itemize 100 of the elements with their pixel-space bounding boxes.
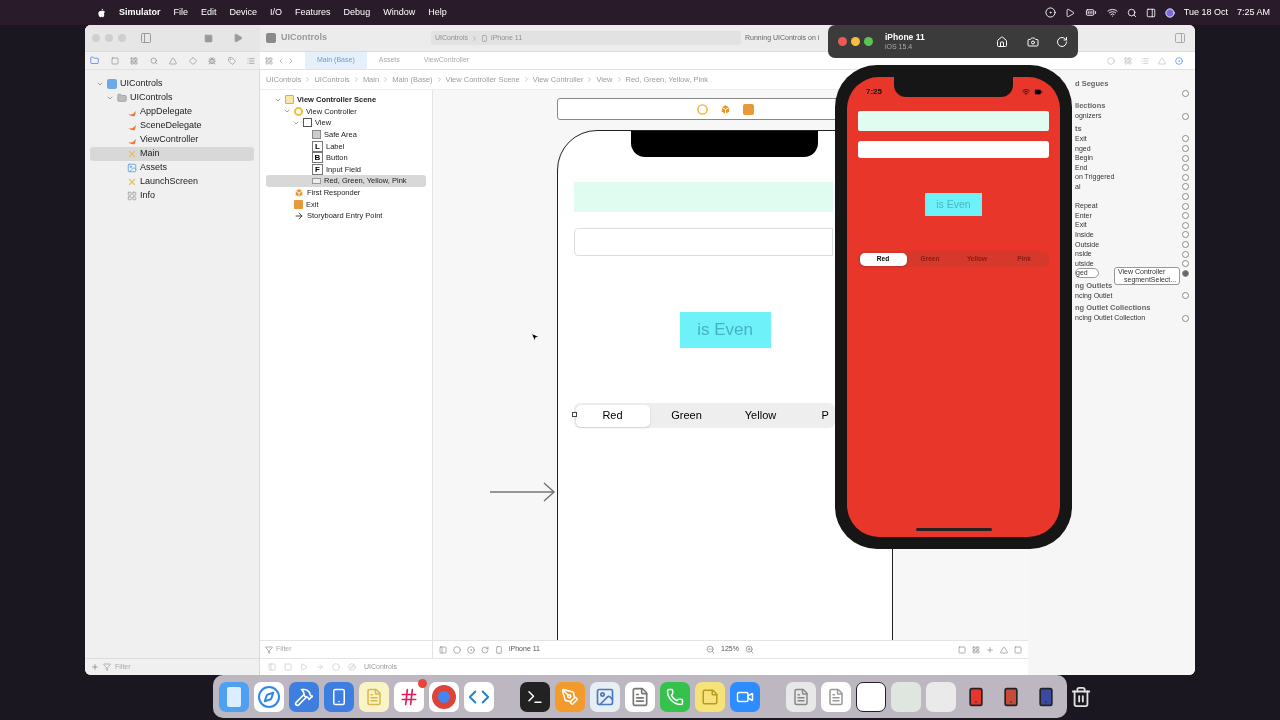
run-icon[interactable] <box>233 33 243 43</box>
menu-item[interactable]: Device <box>229 5 258 20</box>
input-field[interactable] <box>858 141 1049 158</box>
align-icon[interactable] <box>972 645 980 654</box>
menu-item[interactable]: Features <box>295 5 331 20</box>
navigator-item[interactable]: UIControls <box>90 77 254 91</box>
resize-handle[interactable] <box>572 412 577 417</box>
symbol-icon[interactable] <box>130 56 138 65</box>
grid-icon[interactable] <box>265 56 273 65</box>
zoom-out-icon[interactable] <box>706 645 715 654</box>
minimize-button[interactable] <box>851 37 860 46</box>
document-thumbnail[interactable] <box>786 681 816 712</box>
screenshot-icon[interactable] <box>1027 35 1039 48</box>
navigator-item[interactable]: AppDelegate <box>90 105 254 119</box>
segment-tab[interactable]: Red <box>575 404 650 427</box>
size-icon[interactable] <box>1158 56 1166 65</box>
navigator-item[interactable]: Main <box>90 147 254 161</box>
home-icon[interactable] <box>996 35 1008 48</box>
debug-toggle-icon[interactable] <box>268 663 276 671</box>
zoom-button[interactable] <box>864 37 873 46</box>
report-icon[interactable] <box>247 56 255 65</box>
chat-icon[interactable] <box>394 681 424 712</box>
pen-icon[interactable] <box>555 681 585 712</box>
filter-icon[interactable] <box>265 645 273 654</box>
navigator-item[interactable]: Assets <box>90 161 254 175</box>
sidebar-icon[interactable] <box>140 32 152 44</box>
pause-icon[interactable] <box>284 663 292 671</box>
filter-icon[interactable] <box>103 663 111 671</box>
forward-icon[interactable] <box>287 56 295 65</box>
menu-item[interactable]: I/O <box>270 5 283 20</box>
menu-item[interactable]: Simulator <box>119 5 161 20</box>
phone-icon[interactable] <box>660 681 690 712</box>
search-icon[interactable] <box>1126 7 1137 18</box>
code-icon[interactable] <box>464 681 494 712</box>
outline-toggle-icon[interactable] <box>439 645 447 654</box>
inspector-toggle-icon[interactable] <box>1174 32 1186 44</box>
hammer-icon[interactable] <box>289 681 319 712</box>
menu-item[interactable]: Debug <box>343 5 371 20</box>
appearance-icon[interactable] <box>453 645 461 654</box>
navigator-item[interactable]: Info <box>90 189 254 203</box>
video-icon[interactable] <box>730 681 760 712</box>
input-field[interactable] <box>574 228 833 256</box>
identity-icon[interactable] <box>1124 56 1132 65</box>
record-icon[interactable] <box>1044 7 1056 18</box>
document-thumbnail[interactable] <box>821 681 851 712</box>
segment-tab[interactable]: P <box>797 404 834 427</box>
battery-icon[interactable] <box>1083 7 1098 18</box>
resolve-icon[interactable] <box>1000 645 1008 654</box>
memory-icon[interactable] <box>332 663 340 671</box>
app-icon[interactable] <box>324 681 354 712</box>
disclosure-icon[interactable] <box>292 119 300 127</box>
step-icon[interactable] <box>316 663 324 671</box>
segment-tab[interactable]: Green <box>649 404 724 427</box>
segment-tab[interactable]: Yellow <box>723 404 798 427</box>
back-icon[interactable] <box>277 56 285 65</box>
apple-icon[interactable] <box>97 7 106 18</box>
sticky-note-icon[interactable] <box>695 681 725 712</box>
zoom-in-icon[interactable] <box>744 645 754 654</box>
orientation-icon[interactable] <box>481 645 489 654</box>
close-button[interactable] <box>838 37 847 46</box>
browser-icon[interactable] <box>429 681 459 712</box>
rotate-icon[interactable] <box>1056 35 1068 48</box>
menu-item[interactable]: File <box>173 5 189 20</box>
wifi-icon[interactable] <box>1106 7 1118 18</box>
navigator-item[interactable]: LaunchScreen <box>90 175 254 189</box>
play-icon[interactable] <box>1064 7 1075 18</box>
menu-item[interactable]: Help <box>428 5 447 20</box>
control-center-icon[interactable] <box>1145 7 1156 18</box>
text-field[interactable] <box>858 111 1049 131</box>
device-icon[interactable] <box>495 645 503 654</box>
continue-icon[interactable] <box>300 663 308 671</box>
disclosure-icon[interactable] <box>106 94 114 102</box>
attributes-icon[interactable] <box>1141 56 1149 65</box>
menu-time[interactable]: 7:25 AM <box>1236 5 1270 20</box>
menu-date[interactable]: Tue 18 Oct <box>1183 5 1228 20</box>
window-thumbnail[interactable] <box>891 681 921 712</box>
navigator-item[interactable]: ViewController <box>90 133 254 147</box>
siri-icon[interactable] <box>1164 7 1175 18</box>
photo-icon[interactable] <box>590 681 620 712</box>
compass-icon[interactable] <box>254 681 284 712</box>
window-thumbnail[interactable] <box>856 681 886 712</box>
notes-icon[interactable] <box>359 681 389 712</box>
connections-icon[interactable] <box>1175 56 1183 65</box>
tag-icon[interactable] <box>227 56 236 65</box>
help-icon[interactable] <box>1107 56 1115 65</box>
bug-icon[interactable] <box>208 56 216 65</box>
navigator-item[interactable]: SceneDelegate <box>90 119 254 133</box>
finder-icon[interactable] <box>219 681 249 712</box>
text-field[interactable] <box>574 182 833 212</box>
contrast-icon[interactable] <box>467 645 475 654</box>
stop-icon[interactable] <box>204 33 213 43</box>
document-icon[interactable] <box>625 681 655 712</box>
diamond-icon[interactable] <box>188 56 197 65</box>
menu-item[interactable]: Window <box>383 5 416 20</box>
add-constraint-icon[interactable] <box>986 645 994 654</box>
terminal-icon[interactable] <box>520 681 550 712</box>
add-icon[interactable] <box>91 663 99 671</box>
warning-icon[interactable] <box>169 56 177 65</box>
disclosure-icon[interactable] <box>96 80 104 88</box>
menu-item[interactable]: Edit <box>201 5 217 20</box>
